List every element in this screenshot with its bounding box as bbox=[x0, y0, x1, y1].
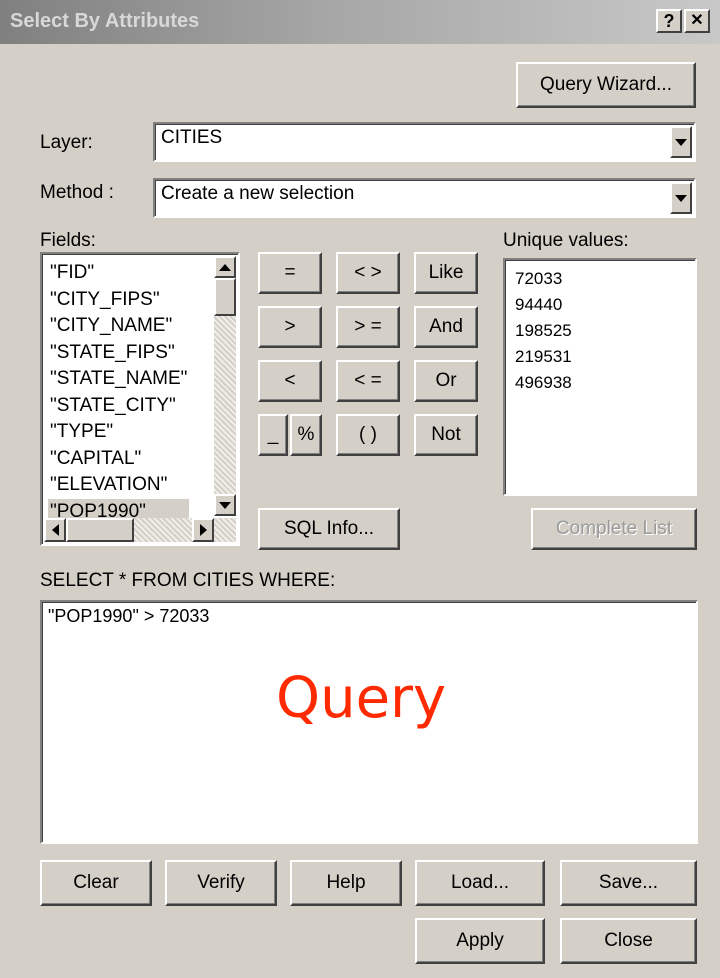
operator-equals-button[interactable]: = bbox=[258, 252, 322, 294]
method-label: Method : bbox=[40, 182, 114, 203]
verify-button[interactable]: Verify bbox=[165, 860, 277, 906]
operator-parens-button[interactable]: ( ) bbox=[336, 414, 400, 456]
query-wizard-button[interactable]: Query Wizard... bbox=[516, 62, 696, 108]
operator-not-equal-button[interactable]: < > bbox=[336, 252, 400, 294]
operator-underscore-button[interactable]: _ bbox=[258, 414, 288, 456]
field-item[interactable]: "TYPE" bbox=[48, 419, 189, 446]
horizontal-scroll-thumb[interactable] bbox=[66, 518, 134, 542]
field-item[interactable]: "STATE_FIPS" bbox=[48, 340, 189, 367]
field-item[interactable]: "FID" bbox=[48, 260, 189, 287]
layer-value: CITIES bbox=[161, 127, 223, 148]
unique-value-item[interactable]: 496938 bbox=[515, 370, 572, 396]
clear-button[interactable]: Clear bbox=[40, 860, 152, 906]
save-button[interactable]: Save... bbox=[560, 860, 697, 906]
unique-value-item[interactable]: 198525 bbox=[515, 318, 572, 344]
close-icon[interactable]: ✕ bbox=[684, 9, 710, 33]
unique-value-item[interactable]: 94440 bbox=[515, 292, 572, 318]
complete-list-button[interactable]: Complete List bbox=[531, 508, 697, 550]
operator-percent-button[interactable]: % bbox=[290, 414, 322, 456]
operator-not-button[interactable]: Not bbox=[414, 414, 478, 456]
scroll-left-arrow-icon[interactable] bbox=[44, 518, 66, 542]
operator-less-button[interactable]: < bbox=[258, 360, 322, 402]
close-button[interactable]: Close bbox=[560, 918, 697, 964]
field-item[interactable]: "CITY_NAME" bbox=[48, 313, 189, 340]
operator-like-button[interactable]: Like bbox=[414, 252, 478, 294]
fields-label: Fields: bbox=[40, 230, 96, 251]
operator-greater-button[interactable]: > bbox=[258, 306, 322, 348]
operator-greater-equal-button[interactable]: > = bbox=[336, 306, 400, 348]
title-bar[interactable]: Select By Attributes ? ✕ bbox=[0, 0, 720, 44]
layer-label: Layer: bbox=[40, 132, 93, 153]
scroll-right-arrow-icon[interactable] bbox=[192, 518, 214, 542]
field-item[interactable]: "CAPITAL" bbox=[48, 446, 189, 473]
unique-value-item[interactable]: 219531 bbox=[515, 344, 572, 370]
help-button[interactable]: Help bbox=[290, 860, 402, 906]
unique-value-item[interactable]: 72033 bbox=[515, 266, 572, 292]
window-title: Select By Attributes bbox=[10, 10, 200, 32]
operator-or-button[interactable]: Or bbox=[414, 360, 478, 402]
field-item[interactable]: "STATE_NAME" bbox=[48, 366, 189, 393]
operator-less-equal-button[interactable]: < = bbox=[336, 360, 400, 402]
chevron-down-icon[interactable] bbox=[670, 182, 692, 214]
scroll-down-arrow-icon[interactable] bbox=[214, 494, 236, 516]
query-expression-text: "POP1990" > 72033 bbox=[48, 606, 210, 626]
chevron-down-icon[interactable] bbox=[670, 126, 692, 158]
load-button[interactable]: Load... bbox=[415, 860, 545, 906]
apply-button[interactable]: Apply bbox=[415, 918, 545, 964]
field-item[interactable]: "CITY_FIPS" bbox=[48, 287, 189, 314]
select-by-attributes-dialog: Select By Attributes ? ✕ Query Wizard...… bbox=[0, 0, 720, 978]
vertical-scroll-thumb[interactable] bbox=[214, 278, 236, 316]
scroll-up-arrow-icon[interactable] bbox=[214, 256, 236, 278]
help-icon[interactable]: ? bbox=[656, 9, 682, 33]
query-annotation: Query bbox=[276, 666, 447, 731]
unique-values-listbox[interactable]: 72033 94440 198525 219531 496938 bbox=[503, 258, 697, 496]
operator-and-button[interactable]: And bbox=[414, 306, 478, 348]
method-dropdown[interactable]: Create a new selection bbox=[153, 178, 696, 218]
layer-dropdown[interactable]: CITIES bbox=[153, 122, 696, 162]
method-value: Create a new selection bbox=[161, 183, 355, 204]
fields-listbox[interactable]: "FID" "CITY_FIPS" "CITY_NAME" "STATE_FIP… bbox=[40, 252, 240, 546]
sql-info-button[interactable]: SQL Info... bbox=[258, 508, 400, 550]
field-item[interactable]: "ELEVATION" bbox=[48, 472, 189, 499]
unique-values-label: Unique values: bbox=[503, 230, 629, 251]
field-item[interactable]: "STATE_CITY" bbox=[48, 393, 189, 420]
query-prefix-label: SELECT * FROM CITIES WHERE: bbox=[40, 570, 336, 591]
